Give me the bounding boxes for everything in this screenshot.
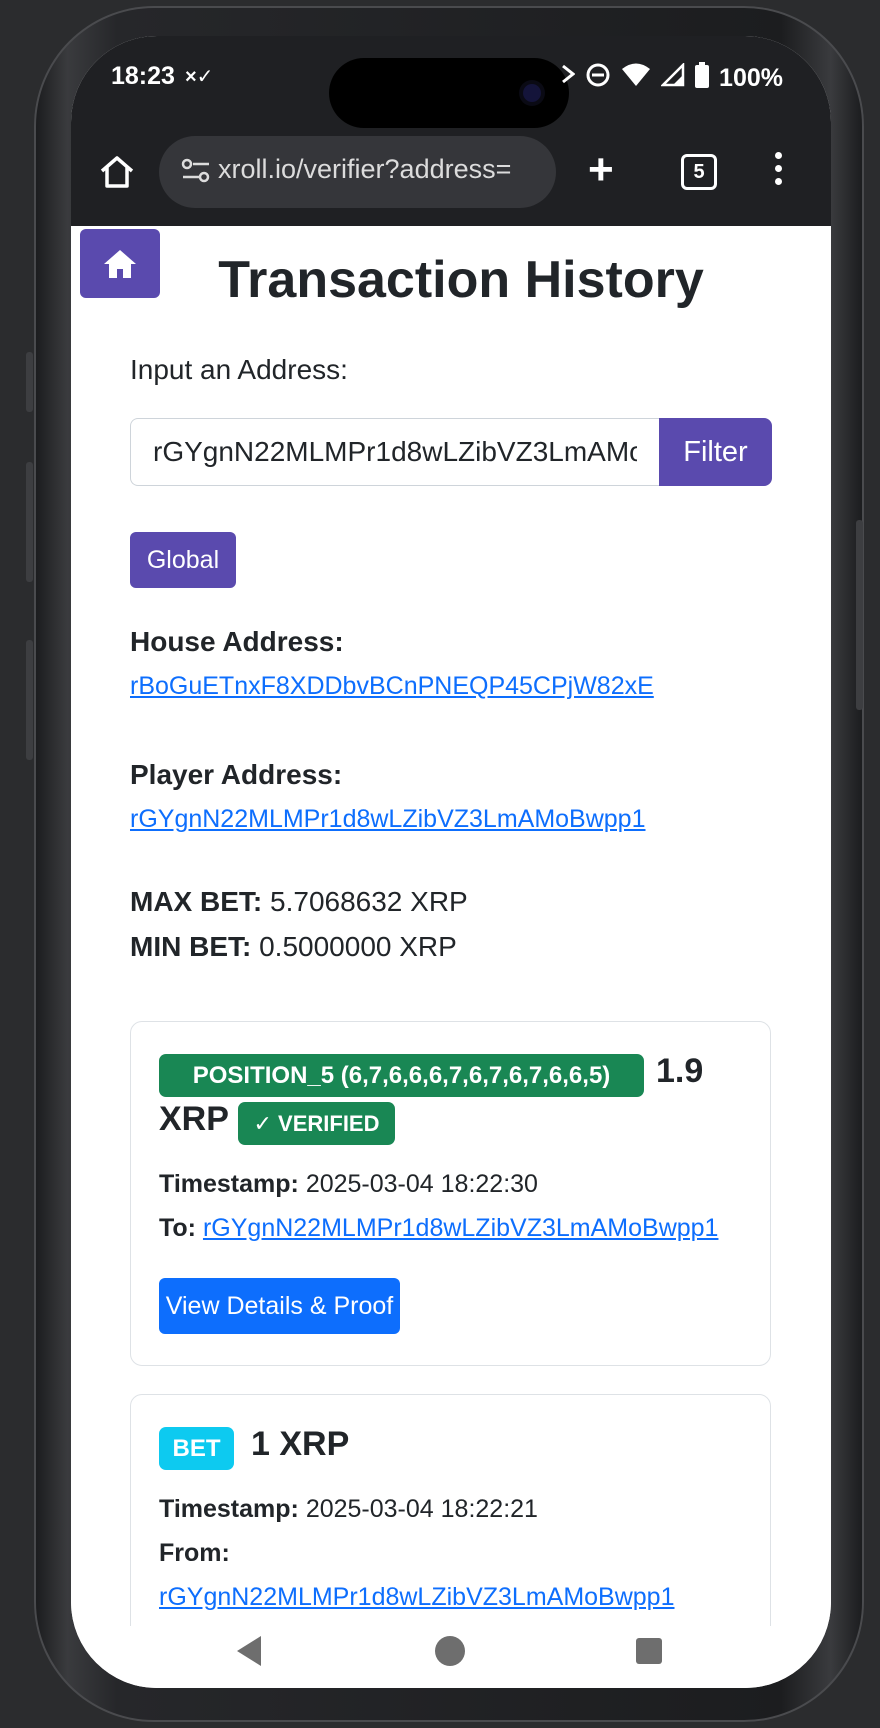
transaction-card: POSITION_5 (6,7,6,6,6,7,6,7,6,7,6,6,5) 1… (130, 1021, 771, 1366)
home-nav-icon[interactable] (435, 1636, 465, 1666)
missed-call-icon: ×✓ (185, 66, 214, 88)
phone-power-button (856, 520, 863, 710)
from-label: From: (159, 1539, 230, 1567)
browser-home-icon[interactable] (97, 152, 137, 192)
phone-side-button (26, 352, 33, 412)
transaction-card: BET 1 XRP Timestamp: 2025-03-04 18:22:21… (130, 1394, 771, 1654)
page-title: Transaction History (218, 251, 704, 309)
transaction-timestamp: Timestamp: 2025-03-04 18:22:30 (159, 1170, 538, 1199)
bet-badge: BET (159, 1427, 234, 1470)
transaction-amount-unit: XRP (159, 1100, 229, 1138)
do-not-disturb-icon (585, 62, 611, 95)
min-bet-line: MIN BET: 0.5000000 XRP (130, 931, 457, 963)
house-address-label: House Address: (130, 626, 344, 657)
transaction-from-address: rGYgnN22MLMPr1d8wLZibVZ3LmAMoBwpp1 (159, 1583, 675, 1612)
camera-icon (523, 84, 541, 102)
max-bet-value: 5.7068632 XRP (270, 886, 468, 917)
tab-switcher-icon[interactable]: 5 (681, 154, 717, 190)
timestamp-value: 2025-03-04 18:22:30 (305, 1170, 538, 1198)
player-address-label: Player Address: (130, 759, 343, 790)
transaction-amount: 1 XRP (251, 1425, 350, 1463)
position-badge: POSITION_5 (6,7,6,6,6,7,6,7,6,7,6,6,5) (159, 1054, 644, 1097)
from-address-link[interactable]: rGYgnN22MLMPr1d8wLZibVZ3LmAMoBwpp1 (159, 1583, 675, 1611)
new-tab-icon[interactable]: + (588, 148, 614, 192)
view-details-button[interactable]: View Details & Proof (159, 1278, 400, 1334)
timestamp-value: 2025-03-04 18:22:21 (305, 1495, 538, 1523)
status-time: 18:23 (111, 62, 175, 90)
recents-icon[interactable] (636, 1638, 662, 1664)
verified-badge: ✓ VERIFIED (238, 1102, 395, 1145)
house-address-link[interactable]: rBoGuETnxF8XDDbvBCnPNEQP45CPjW82xE (130, 672, 654, 701)
status-icons: 100% (561, 61, 783, 95)
web-page: Transaction History Input an Address: Fi… (71, 226, 831, 1654)
system-nav-bar (71, 1626, 831, 1688)
player-address-link[interactable]: rGYgnN22MLMPr1d8wLZibVZ3LmAMoBwpp1 (130, 805, 646, 834)
overflow-menu-icon[interactable] (775, 152, 783, 191)
battery-percent: 100% (719, 64, 783, 92)
cast-icon (561, 64, 576, 93)
to-address-link[interactable]: rGYgnN22MLMPr1d8wLZibVZ3LmAMoBwpp1 (203, 1214, 719, 1242)
site-settings-icon[interactable] (181, 158, 211, 184)
transaction-from: From: (159, 1539, 230, 1568)
phone-screen: 18:23 ×✓ 100% xroll.io/verifier?address=… (71, 36, 831, 1688)
min-bet-label: MIN BET: (130, 931, 252, 962)
min-bet-value: 0.5000000 XRP (259, 931, 457, 962)
to-label: To: (159, 1214, 197, 1242)
phone-side-button (26, 640, 33, 760)
transaction-to: To: rGYgnN22MLMPr1d8wLZibVZ3LmAMoBwpp1 (159, 1214, 718, 1243)
back-icon[interactable] (237, 1636, 261, 1666)
max-bet-label: MAX BET: (130, 886, 263, 917)
address-input[interactable] (130, 418, 659, 486)
timestamp-label: Timestamp: (159, 1495, 299, 1523)
address-input-label: Input an Address: (130, 354, 348, 385)
global-button[interactable]: Global (130, 532, 236, 588)
browser-chrome: 18:23 ×✓ 100% xroll.io/verifier?address=… (71, 36, 831, 226)
max-bet-line: MAX BET: 5.7068632 XRP (130, 886, 468, 918)
wifi-icon (621, 63, 651, 94)
transaction-timestamp: Timestamp: 2025-03-04 18:22:21 (159, 1495, 538, 1524)
url-text[interactable]: xroll.io/verifier?address= (218, 154, 543, 185)
phone-side-button (26, 462, 33, 582)
transaction-amount: 1.9 (656, 1052, 704, 1090)
battery-icon (695, 62, 710, 95)
browser-toolbar: xroll.io/verifier?address= + 5 (71, 134, 831, 216)
signal-icon (660, 61, 685, 94)
filter-button[interactable]: Filter (659, 418, 772, 486)
timestamp-label: Timestamp: (159, 1170, 299, 1198)
